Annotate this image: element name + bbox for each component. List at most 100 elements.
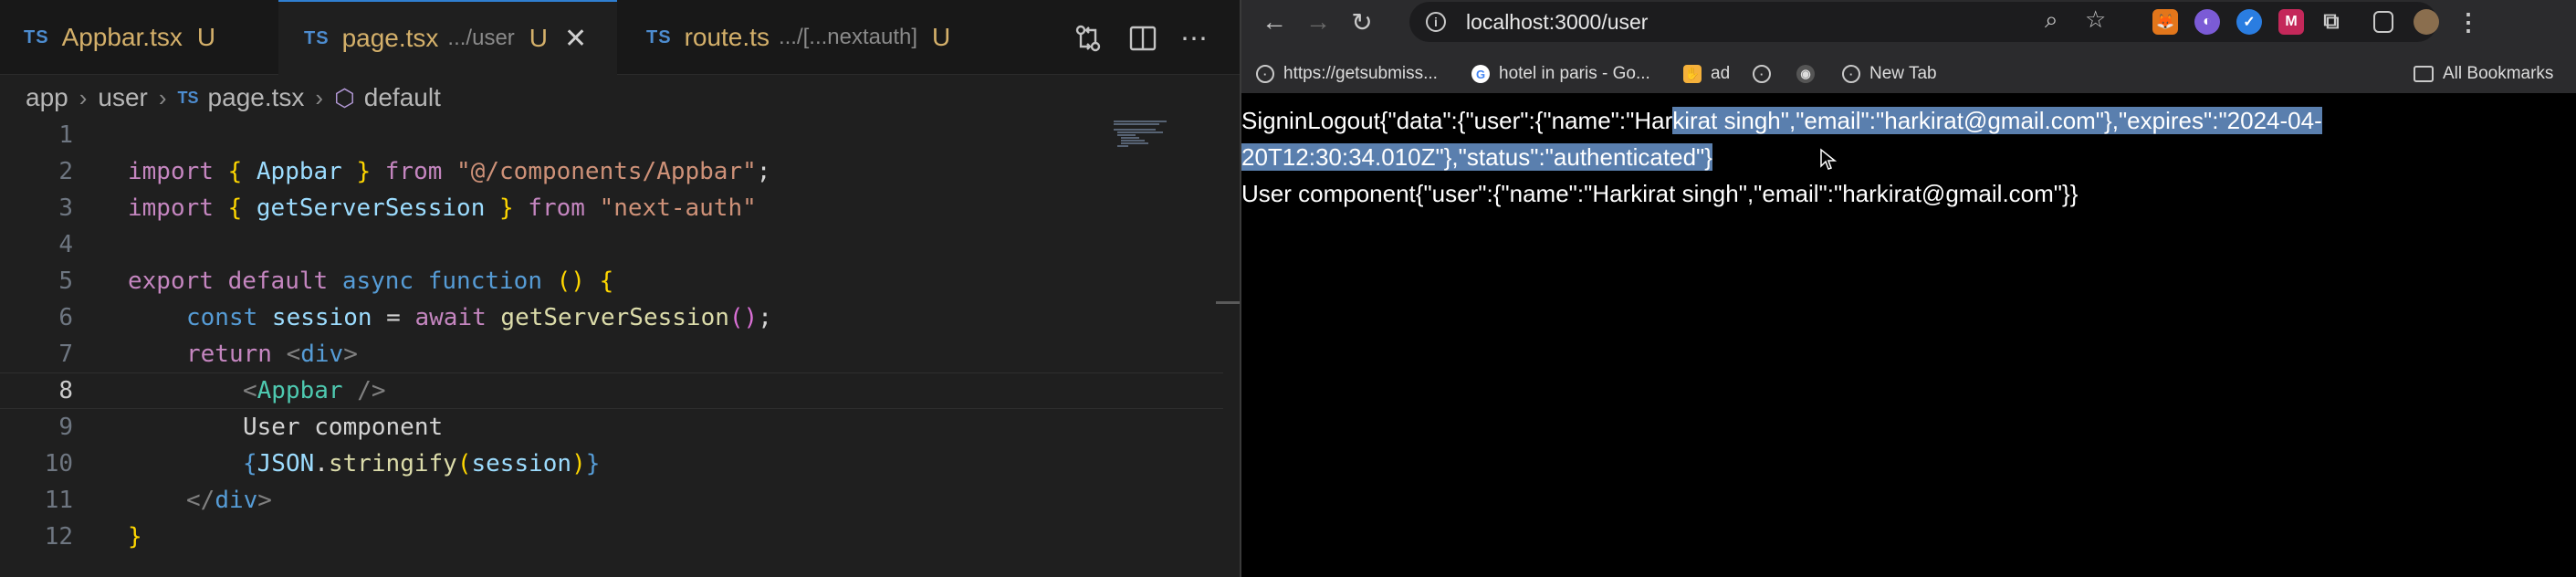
all-bookmarks[interactable]: All Bookmarks [2414, 62, 2553, 86]
bookmark-label: https://getsubmiss... [1283, 64, 1438, 83]
code-line-current: 8 <Appbar /> [0, 372, 1223, 409]
code-text: return <div> [186, 341, 358, 368]
mouse-pointer-icon [1820, 148, 1838, 170]
tab-label: page.tsx [341, 24, 439, 52]
tab-appbar-tsx[interactable]: TS Appbar.tsx U [0, 0, 267, 75]
code-line: 4 [0, 226, 1223, 263]
line-number: 3 [58, 194, 73, 222]
extension-icon[interactable]: M [2278, 9, 2304, 35]
session-json-line: 20T12:30:34.010Z"},"status":"authenticat… [1241, 139, 2576, 175]
breadcrumb-user[interactable]: user [98, 83, 147, 112]
breadcrumb-app[interactable]: app [26, 83, 68, 112]
line-number: 7 [58, 341, 73, 368]
tab-page-tsx[interactable]: TS page.tsx .../user U ✕ [278, 0, 617, 75]
bookmark-item[interactable]: ◉ [1796, 62, 1824, 86]
line-number: 11 [44, 487, 73, 514]
globe-icon: · [1753, 65, 1771, 83]
code-line: 10 {JSON.stringify(session)} [0, 446, 1223, 482]
breadcrumb-symbol[interactable]: default [364, 83, 441, 112]
flame-icon: ✋ [1683, 65, 1702, 83]
code-line: 3 import { getServerSession } from "next… [0, 190, 1223, 226]
folder-icon [2414, 66, 2434, 82]
line-number: 4 [58, 231, 73, 258]
code-text: export default async function () { [128, 268, 614, 295]
untracked-badge: U [196, 23, 216, 51]
typescript-icon: TS [177, 88, 199, 107]
bookmark-item[interactable]: · [1753, 62, 1780, 86]
bookmark-item[interactable]: · New Tab [1842, 62, 1937, 86]
code-area[interactable]: 1 2 import { Appbar } from "@/components… [0, 117, 1223, 577]
chevron-right-icon: › [79, 83, 88, 111]
editor-tab-bar: TS Appbar.tsx U TS page.tsx .../user U ✕… [0, 0, 1240, 75]
tab-label: Appbar.tsx [61, 23, 183, 51]
star-icon[interactable]: ☆ [2085, 5, 2106, 34]
line-number: 12 [44, 523, 73, 551]
tab-path: .../[...nextauth] [778, 25, 918, 49]
bookmark-label: New Tab [1869, 64, 1937, 83]
code-line: 2 import { Appbar } from "@/components/A… [0, 153, 1223, 190]
untracked-badge: U [529, 24, 549, 52]
code-text: import { getServerSession } from "next-a… [128, 194, 757, 222]
code-editor: TS Appbar.tsx U TS page.tsx .../user U ✕… [0, 0, 1240, 577]
forward-arrow-icon[interactable]: → [1302, 5, 1335, 38]
typescript-icon: TS [646, 26, 672, 47]
scrollbar[interactable] [1216, 301, 1240, 304]
metamask-extension-icon[interactable]: 🦊 [2152, 9, 2178, 35]
back-arrow-icon[interactable]: ← [1258, 5, 1291, 38]
line-number: 10 [44, 450, 73, 477]
selected-text[interactable]: 20T12:30:34.010Z"},"status":"authenticat… [1241, 143, 1712, 171]
bookmark-label: ad [1711, 64, 1731, 83]
zoom-icon[interactable]: ⌕ [2045, 5, 2058, 35]
code-line: 6 const session = await getServerSession… [0, 299, 1223, 336]
menu-kebab-icon[interactable]: ⋮ [2456, 8, 2481, 36]
browser-window: ← → ↻ i localhost:3000/user ⌕ ☆ 🦊 ◐ ✓ M … [1241, 0, 2576, 577]
all-bookmarks-label: All Bookmarks [2443, 64, 2554, 83]
code-line: 1 [0, 117, 1223, 153]
line-number: 9 [58, 414, 73, 441]
code-text: <Appbar /> [243, 377, 386, 404]
code-line: 9 User component [0, 409, 1223, 446]
code-text: {JSON.stringify(session)} [243, 450, 601, 477]
breadcrumb: app › user › TS page.tsx › ⬡ default [0, 75, 1240, 121]
line-number: 8 [58, 377, 73, 404]
code-line: 5 export default async function () { [0, 263, 1223, 299]
extensions-puzzle-icon[interactable]: ⧉ [2319, 9, 2344, 35]
code-line: 7 return <div> [0, 336, 1223, 372]
untracked-badge: U [932, 23, 951, 51]
url-text[interactable]: localhost:3000/user [1466, 10, 1648, 35]
symbol-cube-icon: ⬡ [334, 83, 355, 111]
line-number: 5 [58, 268, 73, 295]
side-panel-icon[interactable] [2373, 11, 2393, 33]
tab-route-ts[interactable]: TS route.ts .../[...nextauth] U [621, 0, 1004, 75]
chevron-right-icon: › [158, 83, 167, 111]
reload-icon[interactable]: ↻ [1346, 5, 1378, 38]
typescript-icon: TS [24, 26, 49, 47]
selected-text[interactable]: kirat singh","email":"harkirat@gmail.com… [1672, 107, 2322, 134]
line-number: 6 [58, 304, 73, 331]
line-number: 2 [58, 158, 73, 185]
globe-icon: · [1256, 65, 1274, 83]
close-icon[interactable]: ✕ [564, 23, 587, 55]
typescript-icon: TS [304, 27, 330, 48]
code-text: import { Appbar } from "@/components/App… [128, 158, 771, 185]
chevron-right-icon: › [315, 83, 324, 111]
extension-icon[interactable]: ✓ [2236, 9, 2262, 35]
page-content: SigninLogout{"data":{"user":{"name":"Har… [1241, 93, 2576, 577]
split-editor-icon[interactable] [1125, 20, 1161, 57]
code-text: </div> [186, 487, 272, 514]
breadcrumb-file[interactable]: page.tsx [208, 83, 305, 112]
google-icon: G [1471, 65, 1490, 83]
code-text: const session = await getServerSession()… [186, 304, 772, 331]
more-actions-icon[interactable]: ⋯ [1176, 20, 1212, 57]
bookmark-item[interactable]: G hotel in paris - Go... [1471, 62, 1650, 86]
minimap[interactable] [1112, 119, 1179, 152]
site-info-icon[interactable]: i [1426, 12, 1446, 32]
compare-changes-icon[interactable] [1070, 20, 1106, 57]
bookmark-item[interactable]: · https://getsubmiss... [1256, 62, 1438, 86]
bookmark-item[interactable]: ✋ ad [1683, 62, 1730, 86]
session-json-line: SigninLogout{"data":{"user":{"name":"Har… [1241, 107, 2322, 134]
globe-icon: · [1842, 65, 1860, 83]
extension-icon[interactable]: ◐ [2194, 9, 2220, 35]
tab-label: route.ts [684, 23, 770, 51]
profile-avatar[interactable] [2414, 9, 2439, 35]
